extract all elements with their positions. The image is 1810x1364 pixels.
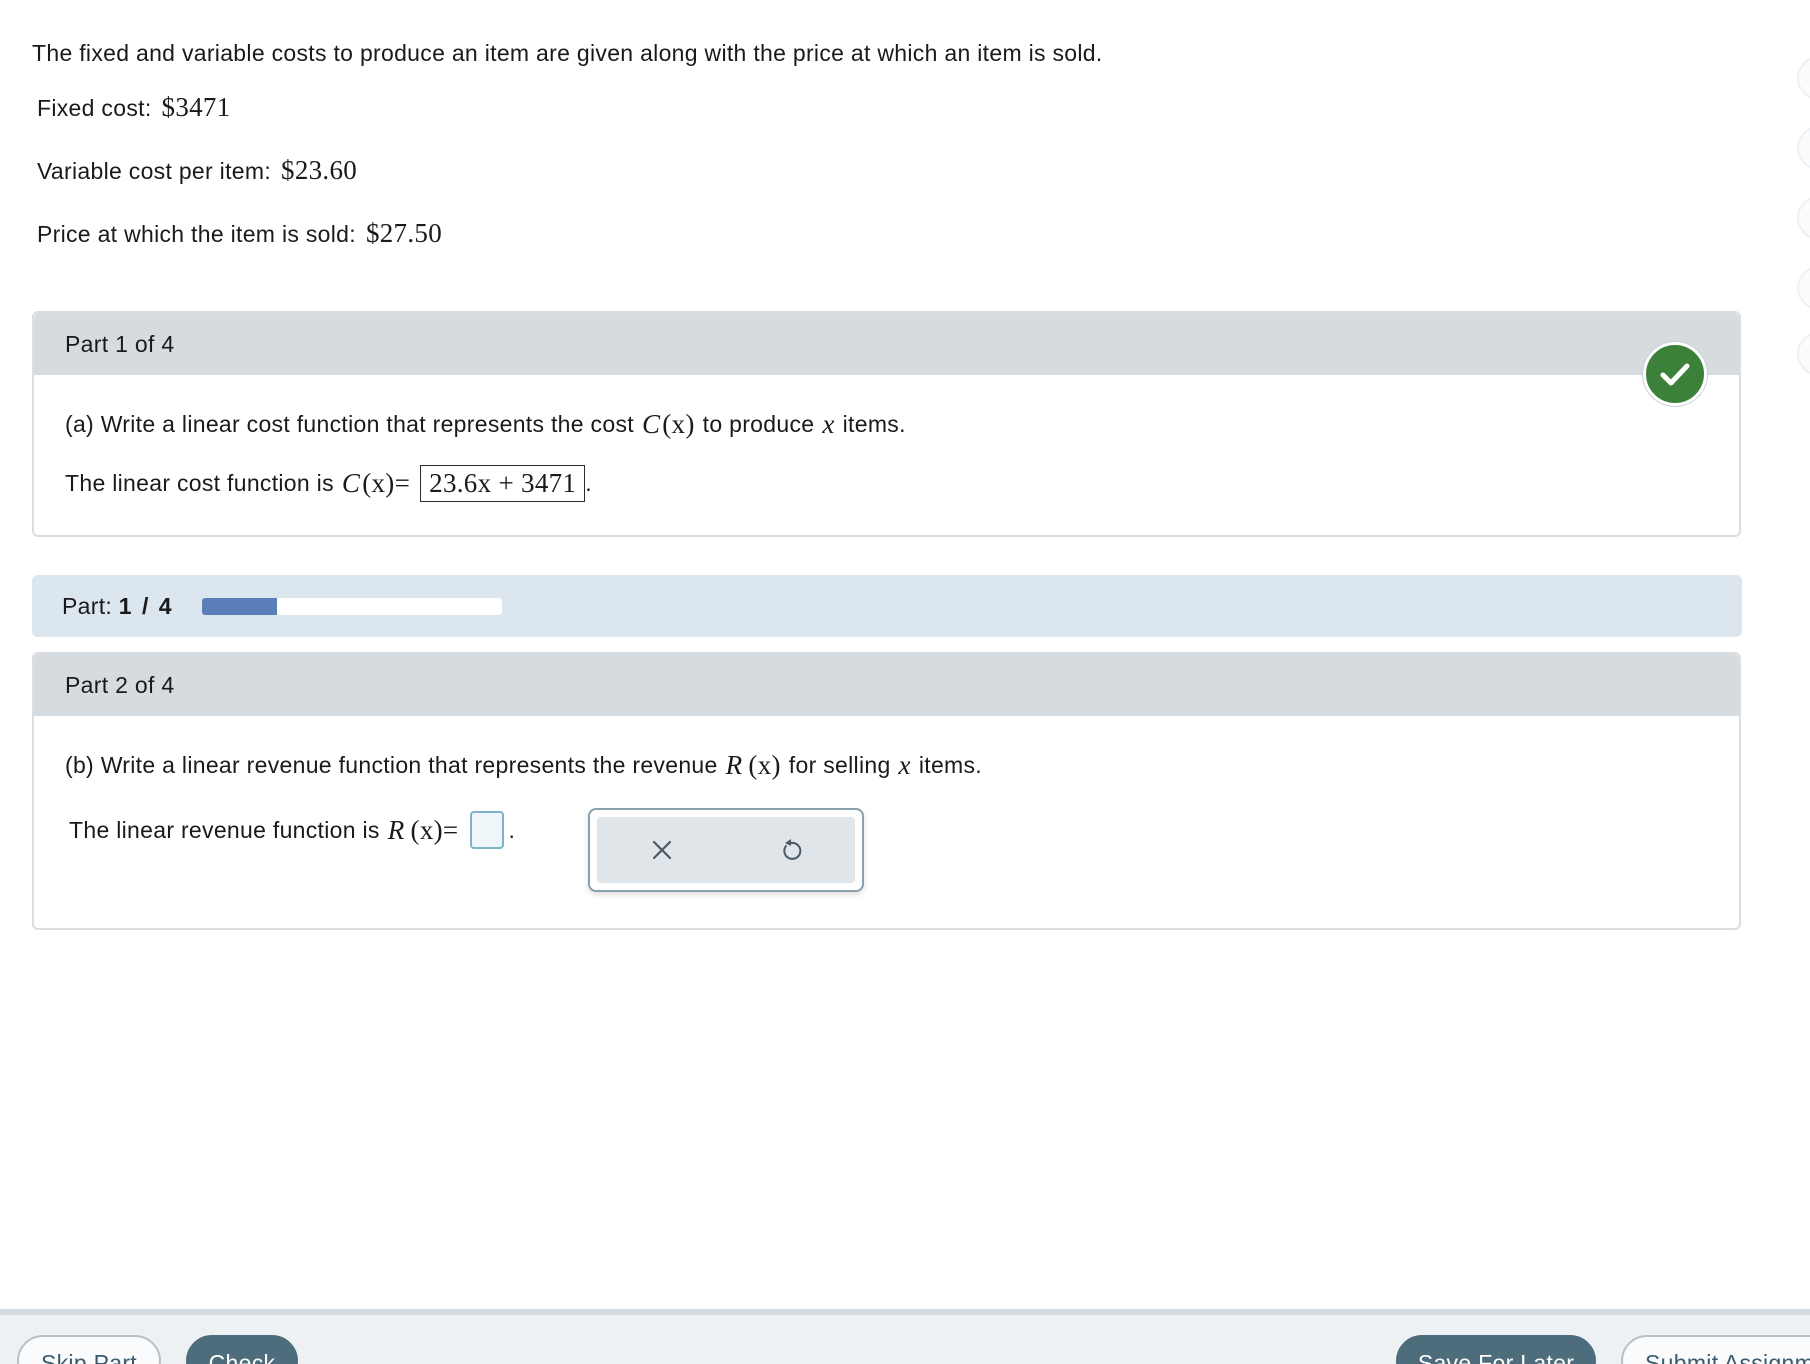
part1-question-func: C [641,409,661,439]
part1-answer-row: The linear cost function is C (x)= 23.6x… [65,465,592,502]
part2-question-arg: (x) [748,750,781,780]
submit-assignment-button[interactable]: Submit Assignm [1621,1335,1810,1364]
part1-question-text: (a) Write a linear cost function that re… [65,411,634,437]
side-nav-dot-5[interactable] [1797,332,1810,376]
part-progress: Part: 1 / 4 [32,575,1742,637]
price-value: $27.50 [365,218,443,248]
side-nav-dot-4[interactable] [1797,266,1810,310]
part2-answer-func: R [387,814,405,845]
check-button[interactable]: Check [186,1335,298,1364]
undo-icon [782,839,801,860]
part1-question-arg: (x) [662,409,695,439]
fixed-cost-label: Fixed cost: [37,95,152,121]
variable-cost-label: Variable cost per item: [37,158,272,184]
undo-button[interactable] [771,830,811,870]
part2-answer-row: The linear revenue function is R (x)= . [69,811,515,849]
skip-part-button[interactable]: Skip Part [17,1335,161,1364]
part1-answer-func: C [341,468,361,498]
part2-header: Part 2 of 4 [34,654,1739,716]
price-row: Price at which the item is sold: $27.50 [37,218,442,249]
assignment-page: The fixed and variable costs to produce … [0,0,1810,1364]
part2-answer-input[interactable] [470,811,505,849]
part1-answer-arg: (x)= [362,468,411,498]
part2-panel: Part 2 of 4 (b) Write a linear revenue f… [32,652,1741,930]
part2-question-var: x [898,750,911,780]
part1-question-mid: to produce [702,411,815,437]
progress-value: 1 / 4 [118,592,174,619]
part1-question-var: x [822,409,835,439]
fixed-cost-value: $3471 [161,92,231,122]
price-label: Price at which the item is sold: [37,221,356,247]
part1-answer-field: 23.6x + 3471 [420,465,586,502]
math-tools-palette [588,808,864,892]
fixed-cost-row: Fixed cost: $3471 [37,92,231,123]
part1-panel: Part 1 of 4 (a) Write a linear cost func… [32,311,1741,537]
progress-track [201,597,502,615]
part2-question-suffix: items. [918,752,982,778]
side-nav-dot-2[interactable] [1797,126,1810,170]
progress-label: Part: 1 / 4 [62,592,174,619]
part1-answer-label: The linear cost function is [65,470,334,496]
part1-question: (a) Write a linear cost function that re… [65,409,906,440]
progress-fill [201,597,277,615]
side-nav-dot-3[interactable] [1797,196,1810,240]
save-for-later-button[interactable]: Save For Later [1396,1335,1596,1364]
part1-question-suffix: items. [842,411,906,437]
variable-cost-value: $23.60 [281,155,358,185]
part1-answer-period: . [585,470,592,496]
part2-question-text: (b) Write a linear revenue function that… [65,752,718,778]
part2-question-func: R [725,750,743,780]
footer-toolbar: Skip Part Check Save For Later Submit As… [0,1309,1810,1364]
part2-question-mid: for selling [788,752,891,778]
part2-answer-label: The linear revenue function is [69,816,380,843]
close-icon [652,840,671,860]
part2-answer-arg: (x)= [410,814,459,845]
variable-cost-row: Variable cost per item: $23.60 [37,155,357,186]
problem-intro: The fixed and variable costs to produce … [32,40,1103,66]
correct-check-icon [1643,342,1707,406]
side-nav-dot-1[interactable] [1797,56,1810,100]
part2-question: (b) Write a linear revenue function that… [65,750,982,781]
part2-answer-period: . [508,816,516,843]
clear-button[interactable] [642,830,682,870]
part1-header: Part 1 of 4 [34,313,1739,375]
